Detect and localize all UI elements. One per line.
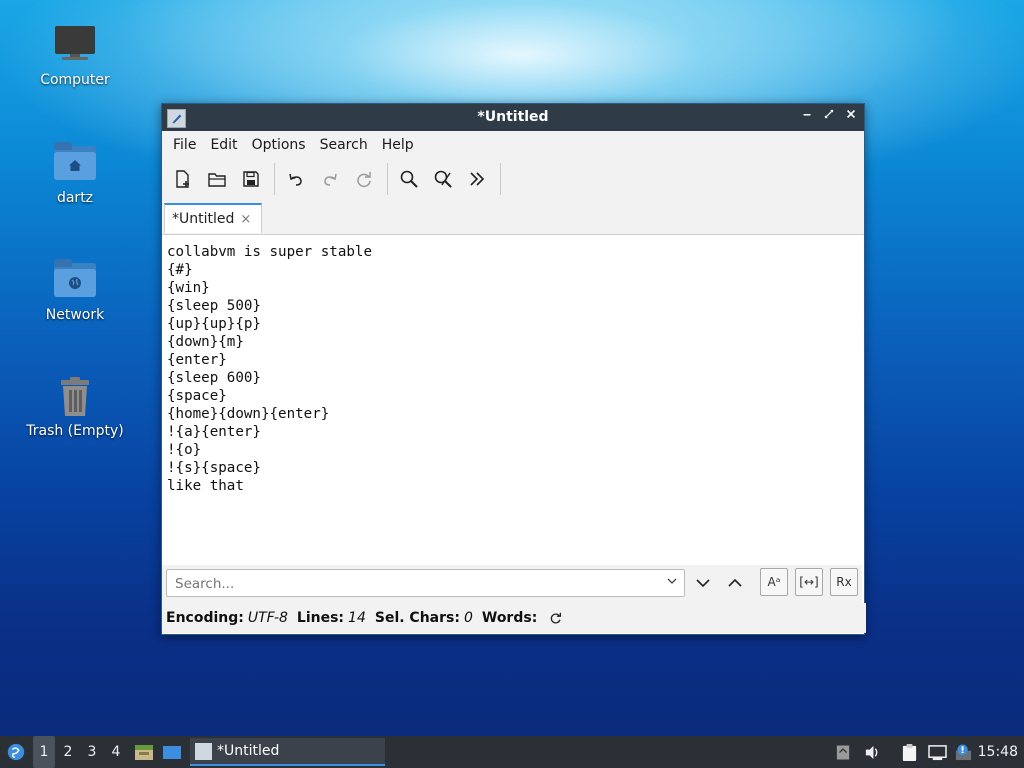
encoding-value: UTF-8 bbox=[247, 610, 288, 626]
show-desktop-button[interactable] bbox=[161, 736, 183, 768]
window-titlebar[interactable]: *Untitled bbox=[162, 104, 864, 131]
workspace-4[interactable]: 4 bbox=[105, 736, 127, 768]
tab-label: *Untitled bbox=[172, 211, 235, 227]
tab-untitled[interactable]: *Untitled × bbox=[164, 203, 262, 233]
tab-bar: *Untitled × bbox=[162, 199, 864, 235]
file-manager-launcher[interactable] bbox=[133, 736, 155, 768]
clock[interactable]: 15:48 bbox=[978, 736, 1018, 768]
menu-file[interactable]: File bbox=[166, 137, 203, 153]
tab-close-icon[interactable]: × bbox=[240, 212, 251, 227]
text-editor-window: *Untitled File Edit Options Search Help bbox=[161, 103, 866, 635]
whole-word-toggle[interactable]: [↔] bbox=[795, 568, 823, 596]
find-replace-icon bbox=[434, 170, 452, 188]
search-bar: Aᵃ [↔] Rx bbox=[162, 565, 862, 603]
regex-toggle[interactable]: Rx bbox=[830, 568, 858, 596]
taskbar-task-untitled[interactable]: *Untitled bbox=[190, 738, 385, 766]
search-box bbox=[166, 569, 685, 597]
open-file-button[interactable] bbox=[202, 164, 232, 194]
desktop-icon-trash[interactable]: Trash (Empty) bbox=[15, 373, 135, 439]
selected-chars-value: 0 bbox=[463, 610, 473, 626]
workspace-2[interactable]: 2 bbox=[57, 736, 79, 768]
toolbar-separator bbox=[387, 163, 388, 195]
match-case-toggle[interactable]: Aᵃ bbox=[760, 568, 788, 596]
menu-search[interactable]: Search bbox=[313, 137, 375, 153]
desktop-icon-network[interactable]: Network bbox=[15, 257, 135, 323]
folder-open-icon bbox=[208, 173, 226, 187]
reload-button[interactable] bbox=[349, 164, 379, 194]
search-input[interactable] bbox=[173, 571, 657, 597]
desktop-icon-label: Computer bbox=[40, 72, 110, 88]
new-document-icon bbox=[176, 170, 189, 188]
desktop-icon-label: dartz bbox=[56, 190, 94, 206]
find-replace-button[interactable] bbox=[428, 164, 458, 194]
minimize-button[interactable] bbox=[800, 108, 814, 126]
lines-value: 14 bbox=[348, 610, 366, 626]
start-menu-button[interactable] bbox=[4, 736, 28, 768]
taskbar-task-label: *Untitled bbox=[217, 743, 280, 759]
menu-edit[interactable]: Edit bbox=[203, 137, 244, 153]
chevron-down-icon[interactable] bbox=[666, 575, 678, 587]
window-title: *Untitled bbox=[477, 109, 549, 125]
redo-icon bbox=[324, 173, 337, 186]
desktop-icon-label: Network bbox=[45, 307, 105, 323]
home-folder-icon bbox=[52, 140, 98, 186]
save-icon bbox=[243, 171, 259, 187]
computer-icon bbox=[52, 22, 98, 68]
file-manager-icon bbox=[135, 745, 153, 760]
find-next-button[interactable] bbox=[694, 574, 712, 592]
refresh-word-count-icon[interactable] bbox=[549, 611, 563, 625]
go-to-line-button[interactable] bbox=[462, 164, 492, 194]
tray-storage-icon[interactable] bbox=[834, 736, 852, 768]
toolbar bbox=[162, 159, 864, 199]
double-chevron-right-icon bbox=[470, 172, 485, 186]
save-button[interactable] bbox=[236, 164, 266, 194]
selected-chars-label: Sel. Chars: bbox=[374, 610, 460, 626]
notifications-icon[interactable] bbox=[952, 736, 974, 768]
menu-help[interactable]: Help bbox=[375, 137, 421, 153]
network-tray-icon[interactable] bbox=[926, 736, 948, 768]
desktop-icon-label: Trash (Empty) bbox=[26, 423, 124, 439]
network-folder-icon bbox=[52, 257, 98, 303]
reload-icon bbox=[357, 172, 371, 188]
volume-icon[interactable] bbox=[862, 736, 882, 768]
toolbar-separator bbox=[500, 163, 501, 195]
start-menu-icon bbox=[7, 743, 25, 761]
undo-icon bbox=[289, 173, 302, 186]
close-button[interactable] bbox=[844, 108, 858, 126]
redo-button[interactable] bbox=[315, 164, 345, 194]
desktop-icon-home-folder[interactable]: dartz bbox=[15, 140, 135, 206]
desktop-icon-computer[interactable]: Computer bbox=[15, 22, 135, 88]
menu-options[interactable]: Options bbox=[245, 137, 313, 153]
maximize-button[interactable] bbox=[822, 108, 836, 126]
clipboard-icon[interactable] bbox=[898, 736, 920, 768]
toolbar-separator bbox=[274, 163, 275, 195]
workspace-3[interactable]: 3 bbox=[81, 736, 103, 768]
taskbar: 1 2 3 4 *Untitled 15:48 bbox=[0, 736, 1024, 768]
trash-icon bbox=[52, 373, 98, 419]
text-editor-app-icon bbox=[195, 742, 212, 760]
menu-bar: File Edit Options Search Help bbox=[162, 131, 864, 159]
find-previous-button[interactable] bbox=[726, 574, 744, 592]
lines-label: Lines: bbox=[296, 610, 345, 626]
workspace-1[interactable]: 1 bbox=[33, 736, 55, 768]
find-button[interactable] bbox=[394, 164, 424, 194]
search-icon bbox=[400, 170, 418, 188]
words-label: Words: bbox=[481, 610, 538, 626]
undo-button[interactable] bbox=[281, 164, 311, 194]
status-bar: Encoding: UTF-8 Lines: 14 Sel. Chars: 0 … bbox=[162, 603, 866, 633]
new-document-button[interactable] bbox=[168, 164, 198, 194]
text-editor-area[interactable]: collabvm is super stable {#} {win} {slee… bbox=[162, 239, 862, 564]
desktop-icon bbox=[163, 746, 181, 759]
encoding-label: Encoding: bbox=[166, 610, 244, 626]
